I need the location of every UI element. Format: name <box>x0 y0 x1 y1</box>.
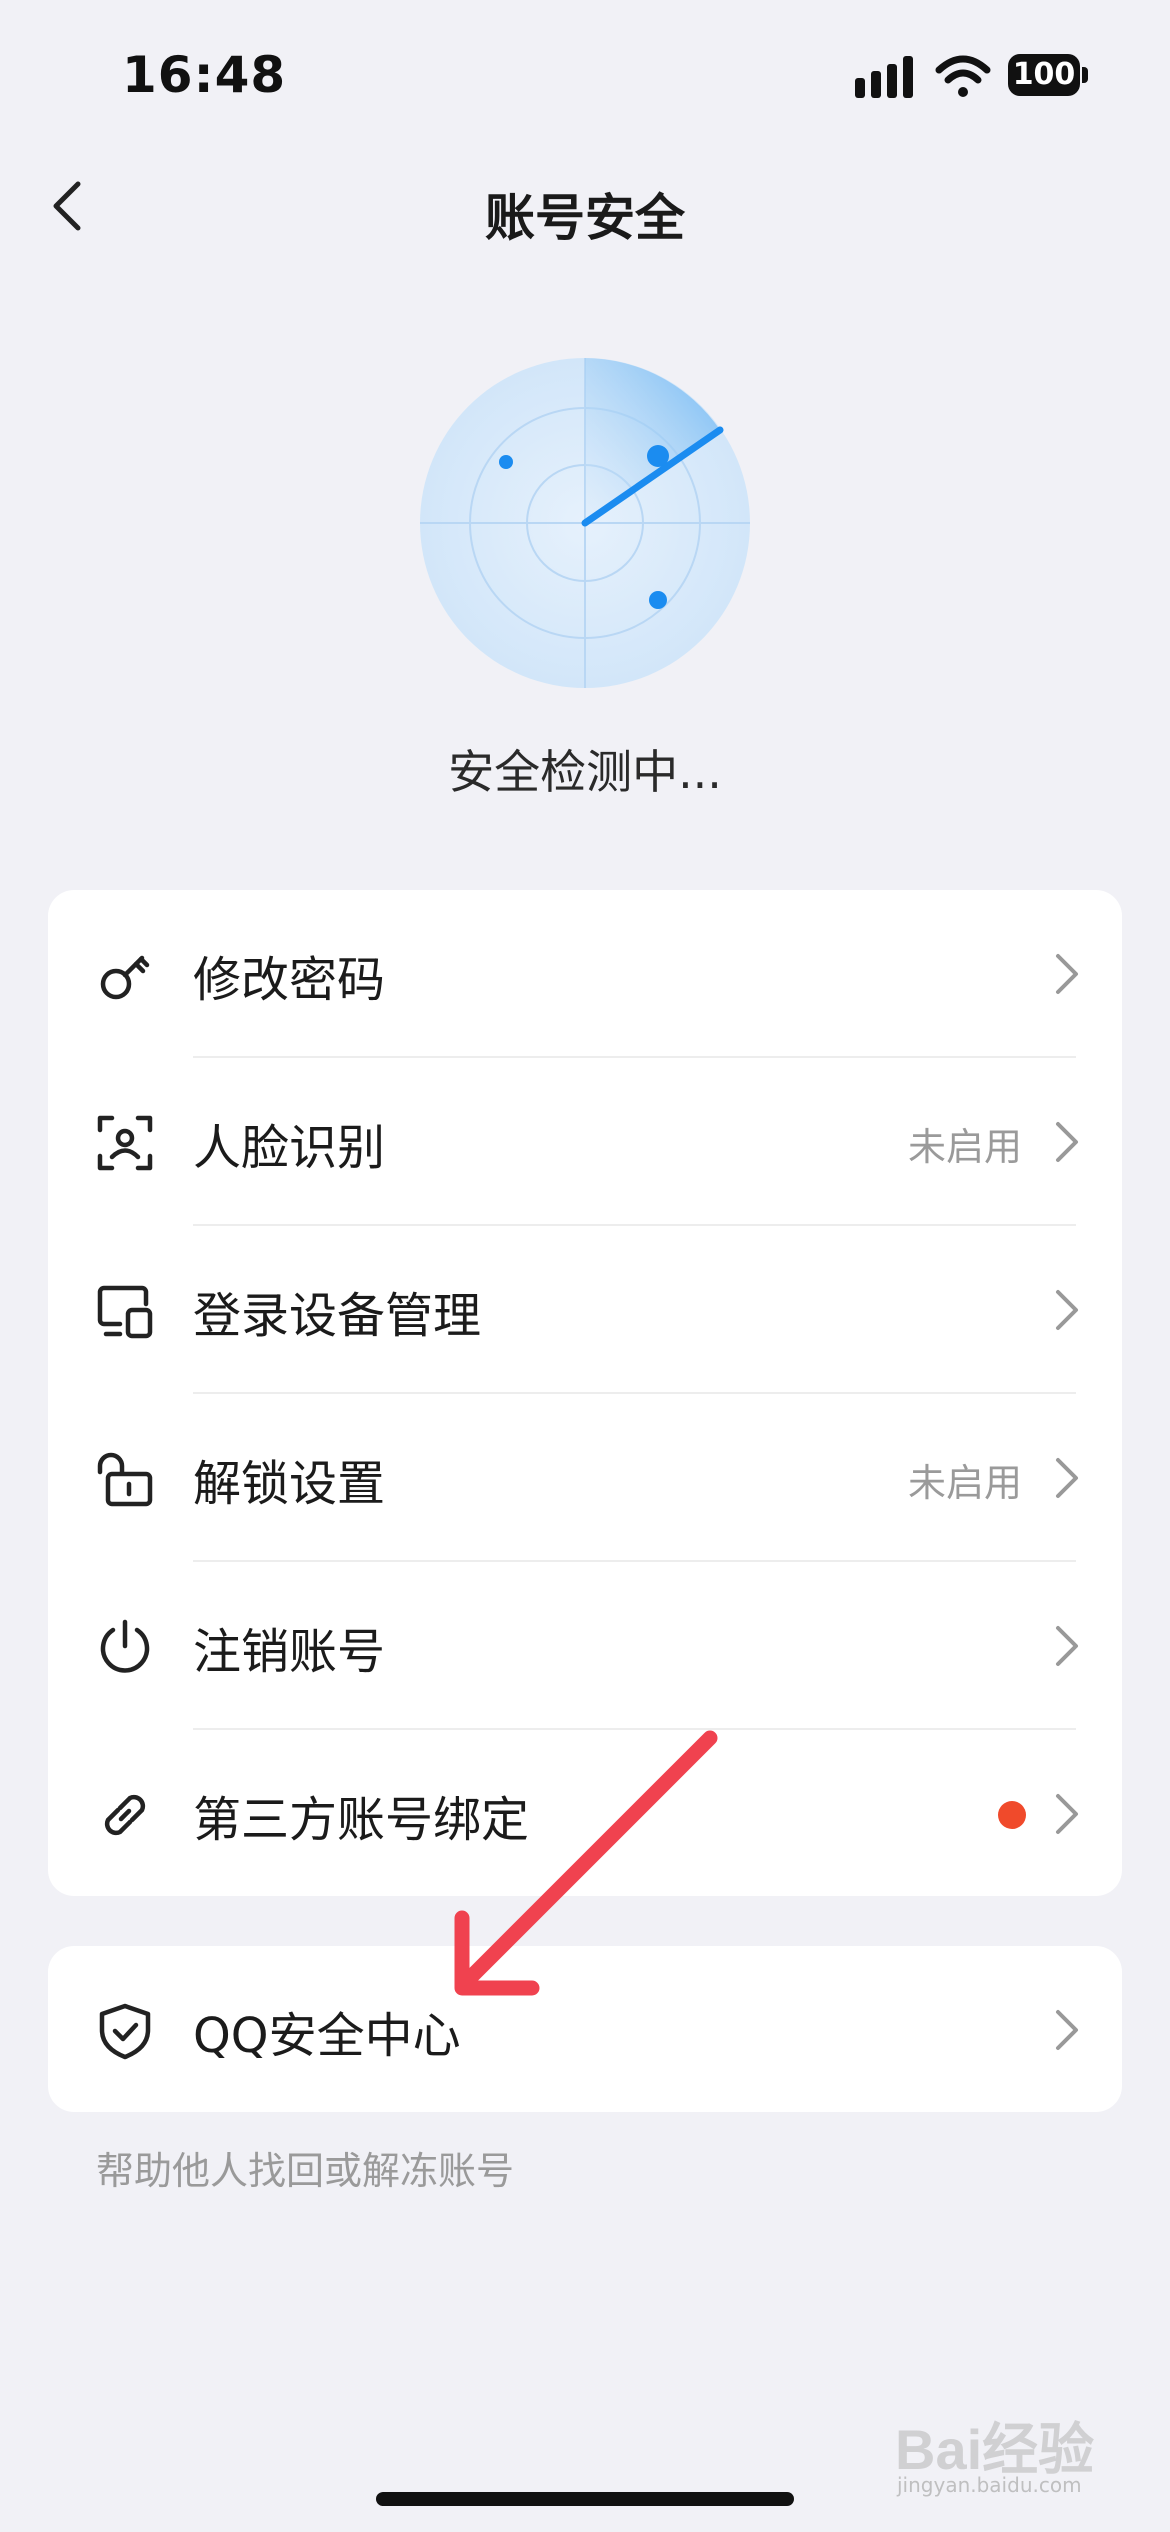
watermark-url: jingyan.baidu.com <box>897 2473 1082 2497</box>
battery-level: 100 <box>1008 54 1080 96</box>
home-indicator[interactable] <box>376 2492 794 2506</box>
cellular-signal-icon <box>855 56 913 98</box>
chevron-right-icon <box>1056 1794 1078 1834</box>
helper-link-text[interactable]: 帮助他人找回或解冻账号 <box>96 2140 514 2195</box>
power-icon <box>100 1619 150 1673</box>
menu-item-label: 解锁设置 <box>193 1456 386 1512</box>
chevron-right-icon <box>1056 1458 1078 1498</box>
menu-item-device-management[interactable]: 登录设备管理 <box>48 1226 1122 1394</box>
menu-item-label: 人脸识别 <box>193 1120 386 1176</box>
nav-bar: 账号安全 <box>0 160 1170 250</box>
status-time: 16:48 <box>122 46 287 104</box>
menu-item-label: 登录设备管理 <box>193 1288 482 1344</box>
status-bar: 16:48 100 <box>0 0 1170 150</box>
scan-status-text: 安全检测中... <box>448 745 722 799</box>
menu-item-label: 注销账号 <box>193 1624 386 1680</box>
menu-item-unlock-settings[interactable]: 解锁设置 未启用 <box>48 1394 1122 1562</box>
menu-item-delete-account[interactable]: 注销账号 <box>48 1562 1122 1730</box>
chevron-right-icon <box>1056 2010 1078 2050</box>
menu-item-status: 未启用 <box>907 1125 1022 1169</box>
menu-item-label: QQ安全中心 <box>193 2008 461 2064</box>
key-icon <box>100 955 150 1000</box>
shield-check-icon <box>99 2003 151 2060</box>
battery-icon: 100 <box>1008 54 1092 98</box>
chevron-right-icon <box>1056 1626 1078 1666</box>
annotation-arrow-icon <box>454 1730 718 1996</box>
radar-scan-icon <box>420 358 750 688</box>
chevron-right-icon <box>1056 954 1078 994</box>
baidu-watermark: Bai经验 jingyan.baidu.com <box>895 2405 1125 2505</box>
menu-item-change-password[interactable]: 修改密码 <box>48 890 1122 1058</box>
menu-item-face-recognition[interactable]: 人脸识别 未启用 <box>48 1058 1122 1226</box>
devices-icon <box>97 1285 153 1339</box>
face-scan-icon <box>97 1115 153 1171</box>
menu-item-label: 修改密码 <box>193 952 386 1008</box>
page-title: 账号安全 <box>485 189 685 247</box>
link-icon <box>104 1794 146 1836</box>
wifi-icon <box>935 55 991 97</box>
unlock-icon <box>97 1452 153 1507</box>
chevron-right-icon <box>1056 1122 1078 1162</box>
notification-badge <box>998 1801 1026 1829</box>
chevron-right-icon <box>1056 1290 1078 1330</box>
menu-item-status: 未启用 <box>907 1461 1022 1505</box>
